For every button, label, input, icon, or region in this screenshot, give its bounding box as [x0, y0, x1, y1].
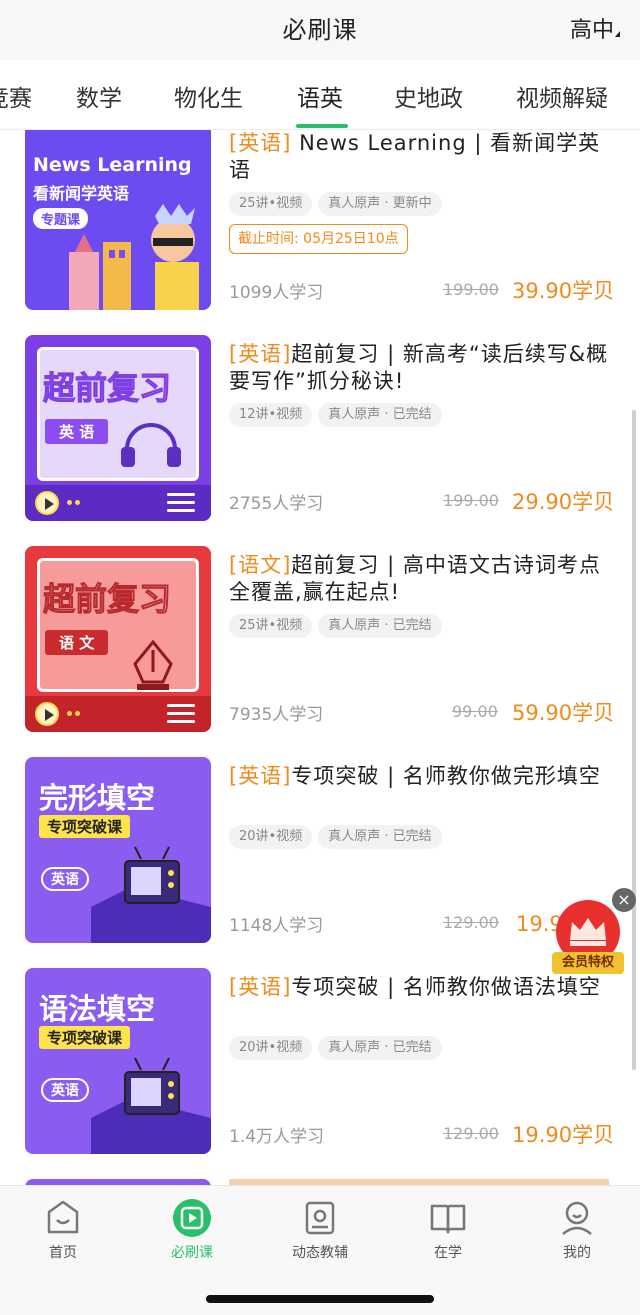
sale-price: 39.90学贝 [512, 279, 615, 303]
original-price: 199.00 [443, 491, 499, 510]
nav-profile[interactable]: 我的 [532, 1198, 622, 1262]
lesson-count-tag: 25讲•视频 [229, 614, 313, 638]
cover-illustration [91, 846, 211, 943]
learner-count: 2755人学习 [229, 494, 324, 514]
course-cover[interactable]: 超前复习 语 文 [25, 546, 211, 732]
course-title[interactable]: [英语]超前复习 | 新高考“读后续写&概要写作”抓分秘诀! [229, 341, 621, 395]
page-title: 必刷课 [282, 16, 358, 44]
deadline-badge: 截止时间: 05月25日10点 [229, 224, 408, 254]
original-price: 129.00 [443, 1124, 499, 1143]
member-badge-label[interactable]: 会员特权 [552, 952, 624, 974]
play-icon [173, 1199, 211, 1237]
nav-studying[interactable]: 在学 [403, 1198, 493, 1262]
sale-price: 19.90学贝 [512, 1123, 615, 1147]
status-tag: 真人原声 · 已完结 [318, 614, 442, 638]
course-tags: 25讲•视频 真人原声 · 已完结 [229, 614, 448, 638]
course-cover[interactable]: 超前复习 英 语 [25, 335, 211, 521]
tab-chinese-english[interactable]: 语英 [297, 79, 343, 113]
course-tags: 25讲•视频 真人原声 · 更新中 [229, 192, 448, 216]
top-bar: 必刷课 高中 [0, 0, 640, 60]
tab-humanities[interactable]: 史地政 [394, 79, 463, 113]
grade-selector[interactable]: 高中 [570, 12, 614, 44]
course-cover[interactable]: 完形填空 专项突破课 英语 [25, 757, 211, 943]
tutorial-icon [305, 1201, 335, 1235]
status-tag: 真人原声 · 已完结 [318, 403, 442, 427]
original-price: 199.00 [443, 280, 499, 299]
sale-price: 59.90学贝 [512, 701, 615, 725]
course-list[interactable]: News Learning 看新闻学英语 专题课 [英语] News Learn… [0, 130, 640, 1185]
course-card[interactable]: News Learning 看新闻学英语 专题课 [英语] News Learn… [0, 130, 640, 335]
course-card[interactable]: 超前复习 英 语 [英语]超前复习 | 新高考“读后续写&概要写作”抓分秘诀! … [0, 335, 640, 546]
dots-icon [67, 500, 81, 506]
course-tags: 12讲•视频 真人原声 · 已完结 [229, 403, 448, 427]
menu-icon [167, 704, 195, 724]
nav-home[interactable]: 首页 [18, 1198, 108, 1262]
profile-icon [562, 1201, 592, 1235]
scrollbar[interactable] [632, 410, 636, 1070]
course-title[interactable]: [语文]超前复习 | 高中语文古诗词考点全覆盖,赢在起点! [229, 552, 621, 606]
player-bar [25, 485, 211, 521]
learner-count: 7935人学习 [229, 705, 324, 725]
course-card[interactable]: 语法填空 专项突破课 英语 [英语]专项突破 | 名师教你做语法填空 20讲•视… [0, 968, 640, 1179]
subject-tabs: 竞赛 数学 物化生 语英 史地政 视频解疑 [0, 60, 640, 130]
status-tag: 真人原声 · 更新中 [318, 192, 442, 216]
course-title[interactable]: [英语] News Learning | 看新闻学英语 [229, 130, 621, 184]
tab-video-qa[interactable]: 视频解疑 [516, 79, 608, 113]
player-bar [25, 696, 211, 732]
close-icon[interactable]: × [612, 888, 636, 912]
status-tag: 真人原声 · 已完结 [318, 1036, 442, 1060]
course-title[interactable]: [英语]专项突破 | 名师教你做完形填空 [229, 763, 621, 790]
nav-tutorials[interactable]: 动态教辅 [275, 1198, 365, 1262]
dots-icon [67, 711, 81, 717]
active-tab-indicator [296, 124, 348, 128]
status-tag: 真人原声 · 已完结 [318, 825, 442, 849]
learner-count: 1099人学习 [229, 283, 324, 303]
book-icon [430, 1204, 466, 1234]
course-tags: 20讲•视频 真人原声 · 已完结 [229, 825, 448, 849]
lesson-count-tag: 20讲•视频 [229, 825, 313, 849]
cover-illustration [91, 1057, 211, 1154]
learner-count: 1148人学习 [229, 916, 324, 936]
original-price: 99.00 [452, 702, 498, 721]
course-title[interactable]: [英语]专项突破 | 名师教你做语法填空 [229, 974, 621, 1001]
lesson-count-tag: 12讲•视频 [229, 403, 313, 427]
play-icon[interactable] [35, 491, 59, 515]
menu-icon [167, 493, 195, 513]
course-card[interactable]: 超前复习 语 文 [语文]超前复习 | 高中语文古诗词考点全覆盖,赢在起点! 2… [0, 546, 640, 757]
nav-courses[interactable]: 必刷课 [147, 1198, 237, 1262]
lesson-count-tag: 25讲•视频 [229, 192, 313, 216]
cover-illustration [69, 204, 199, 310]
home-icon [47, 1200, 79, 1234]
tab-science[interactable]: 物化生 [174, 79, 243, 113]
tab-math[interactable]: 数学 [76, 79, 122, 113]
course-tags: 20讲•视频 真人原声 · 已完结 [229, 1036, 448, 1060]
course-cover[interactable]: News Learning 看新闻学英语 专题课 [25, 130, 211, 310]
learner-count: 1.4万人学习 [229, 1127, 325, 1147]
tab-competition[interactable]: 竞赛 [0, 79, 32, 113]
lesson-count-tag: 20讲•视频 [229, 1036, 313, 1060]
course-card[interactable]: 完形填空 专项突破课 英语 [英语]专项突破 | 名师教你做完形填空 20讲•视… [0, 757, 640, 968]
caret-down-icon[interactable] [615, 31, 620, 37]
home-indicator[interactable] [206, 1295, 434, 1303]
play-icon[interactable] [35, 702, 59, 726]
course-cover[interactable]: 语法填空 专项突破课 英语 [25, 968, 211, 1154]
sale-price: 29.90学贝 [512, 490, 615, 514]
original-price: 129.00 [443, 913, 499, 932]
